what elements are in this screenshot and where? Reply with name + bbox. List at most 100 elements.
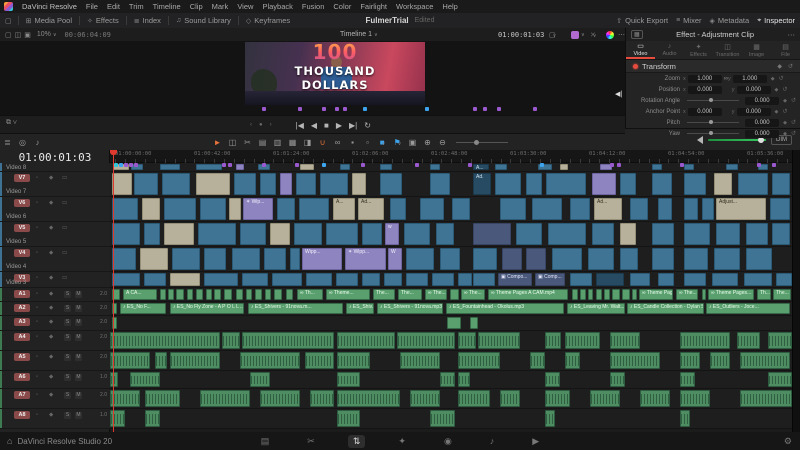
audio-clip[interactable]: ♪ ES_Leaving Mr. Walt... — [567, 303, 625, 314]
lock-icon[interactable]: ▫ — [36, 275, 38, 281]
audio-clip[interactable]: ♪ ES_No Fly Zone - A P O L L ... — [170, 303, 244, 314]
tab-image[interactable]: ▦ Image — [742, 41, 771, 59]
audio-clip[interactable] — [196, 289, 203, 300]
video-clip[interactable] — [380, 164, 392, 170]
video-clip[interactable] — [160, 164, 180, 170]
video-clip[interactable] — [684, 273, 706, 286]
video-preview[interactable]: 100 THOUSAND DOLLARS — [245, 42, 425, 105]
video-clip[interactable] — [294, 223, 322, 245]
keyframe-icon[interactable]: ◆ — [775, 87, 779, 93]
audio-waveform-clip[interactable] — [680, 332, 730, 349]
viewer-marker[interactable] — [425, 107, 429, 111]
viewer-marker[interactable] — [322, 107, 326, 111]
audio-waveform-clip[interactable] — [680, 352, 700, 369]
timeline-lane[interactable] — [110, 316, 793, 331]
audio-waveform-clip[interactable] — [337, 372, 360, 387]
video-clip[interactable] — [502, 248, 522, 270]
video-clip[interactable] — [458, 273, 472, 286]
audio-waveform-clip[interactable] — [458, 332, 476, 349]
video-track-header[interactable]: V5 ▫ ◆ ▭ Video 5 — [0, 222, 110, 247]
tab-file[interactable]: ▤ File — [771, 41, 800, 59]
video-clip[interactable] — [592, 223, 614, 245]
audio-clip[interactable] — [255, 289, 262, 300]
tab-transition[interactable]: ◫ Transition — [713, 41, 742, 59]
video-clip[interactable] — [516, 223, 542, 245]
timeline-marker[interactable] — [772, 163, 776, 167]
video-clip[interactable] — [548, 223, 586, 245]
audio-waveform-clip[interactable] — [250, 372, 270, 387]
video-clip[interactable] — [436, 223, 454, 245]
marker-color-icon[interactable]: ■∨ — [375, 138, 390, 147]
track-enable-badge[interactable]: A2 — [14, 304, 30, 312]
flag-lock-icon[interactable]: ▫ — [360, 138, 375, 147]
timeline-marker[interactable] — [228, 163, 232, 167]
linked-selection-icon[interactable]: ∞ — [330, 138, 345, 147]
lock-icon[interactable]: ▫ — [36, 392, 38, 398]
mute-button[interactable]: M — [75, 391, 82, 399]
panel-toggle-icon[interactable]: ▢ — [5, 17, 12, 25]
video-clip[interactable] — [260, 173, 276, 195]
video-clip[interactable] — [570, 273, 592, 286]
track-enable-badge[interactable]: V6 — [14, 199, 30, 207]
page-fusion[interactable]: ✦ — [393, 435, 411, 448]
color-wheel-icon[interactable] — [606, 31, 614, 39]
track-enable-badge[interactable]: A3 — [14, 318, 30, 326]
video-clip[interactable] — [112, 198, 138, 220]
audio-waveform-clip[interactable] — [337, 390, 400, 407]
video-clip[interactable] — [714, 248, 740, 270]
overwrite-clip-icon[interactable]: ▥ — [270, 138, 285, 147]
value-field[interactable]: 0.000 — [736, 107, 771, 116]
timeline-lane[interactable]: ✶ Wip... A... Ad... Ad... Adjust... — [110, 197, 793, 222]
slider[interactable] — [687, 131, 740, 135]
toolbar-button-mixer[interactable]: ≡ Mixer — [676, 16, 701, 25]
video-clip[interactable] — [144, 273, 166, 286]
reset-icon[interactable]: ↺ — [791, 130, 796, 137]
video-clip[interactable] — [658, 273, 674, 286]
audio-clip[interactable] — [246, 289, 252, 300]
audio-clip[interactable]: ∞ Theme Pag... — [639, 289, 673, 300]
audio-track-header[interactable]: A5 ▫ ◆ S M 2.0 — [0, 351, 110, 371]
slider[interactable] — [687, 120, 740, 124]
track-enable-badge[interactable]: A6 — [14, 373, 30, 381]
video-clip[interactable] — [526, 173, 542, 195]
audio-waveform-clip[interactable] — [400, 352, 440, 369]
auto-select-icon[interactable]: ◆ — [49, 225, 53, 231]
panel-collapse-icon[interactable]: ◀| — [615, 90, 622, 98]
value-field[interactable]: 0.000 — [736, 85, 771, 94]
mute-button[interactable]: M — [75, 318, 82, 326]
audio-track-header[interactable]: A4 ▫ ◆ S M 2.0 — [0, 331, 110, 351]
audio-waveform-clip[interactable] — [530, 352, 545, 369]
video-clip[interactable] — [620, 248, 638, 270]
audio-waveform-clip[interactable] — [110, 352, 150, 369]
value-field[interactable]: 0.000 — [745, 96, 780, 105]
video-clip[interactable] — [320, 173, 348, 195]
audio-clip[interactable]: ♪ ES_Shiv... — [346, 303, 374, 314]
slider[interactable] — [687, 98, 740, 102]
value-field[interactable]: 0.000 — [745, 118, 780, 127]
timeline-lane[interactable] — [110, 351, 793, 371]
menu-workspace[interactable]: Workspace — [396, 2, 433, 11]
auto-select-icon[interactable]: ◆ — [49, 250, 53, 256]
video-clip[interactable] — [746, 248, 772, 270]
viewer-timecode[interactable]: 01:00:01:03 — [498, 31, 544, 39]
video-clip[interactable] — [473, 273, 495, 286]
inspector-menu-icon[interactable]: ⋯ — [788, 30, 796, 39]
audio-waveform-clip[interactable] — [458, 372, 470, 387]
audio-clip[interactable] — [580, 289, 586, 300]
video-clip[interactable] — [596, 273, 624, 286]
video-clip[interactable] — [570, 198, 590, 220]
solo-button[interactable]: S — [64, 333, 71, 341]
audio-waveform-clip[interactable] — [130, 372, 160, 387]
video-clip[interactable] — [772, 223, 790, 245]
menu-file[interactable]: File — [86, 2, 98, 11]
clip-enable-icon[interactable]: ▭ — [62, 225, 67, 231]
audio-waveform-clip[interactable] — [710, 352, 730, 369]
audio-clip[interactable]: ∞ Theme Pages A CAM.mp4 — [488, 289, 568, 300]
trim-edit-icon[interactable]: ◫ — [225, 138, 240, 147]
viewer-options-icon[interactable]: ⋯ — [618, 31, 625, 39]
still-grab-icon[interactable] — [571, 31, 579, 39]
video-clip[interactable] — [620, 223, 636, 245]
keyframe-icon[interactable]: ◆ — [783, 98, 787, 104]
mute-button[interactable]: M — [75, 353, 82, 361]
viewer-marker[interactable] — [335, 107, 339, 111]
